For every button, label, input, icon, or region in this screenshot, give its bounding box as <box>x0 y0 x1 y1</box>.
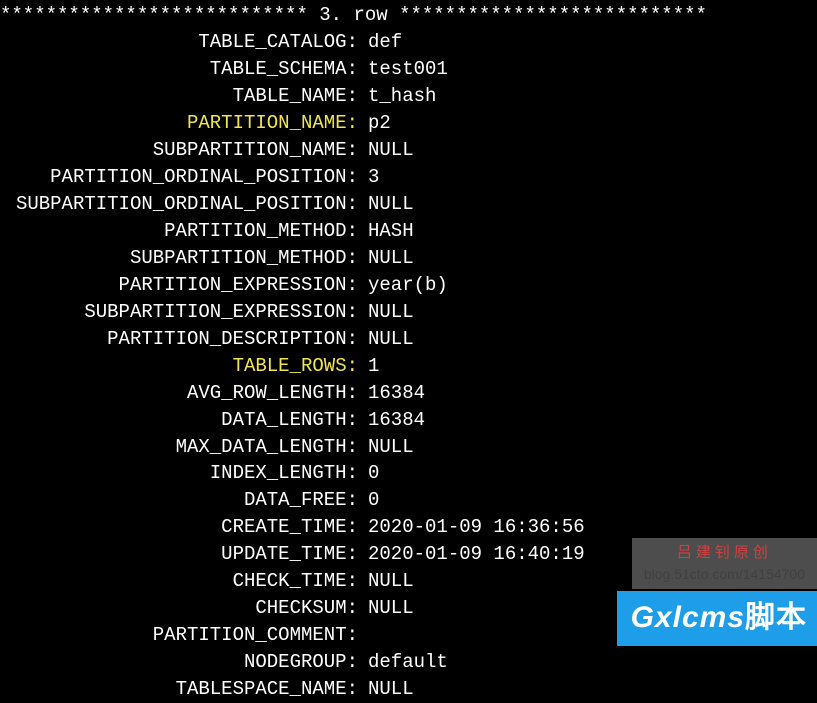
field-key: PARTITION_EXPRESSION: <box>0 272 358 299</box>
field-value: 2020-01-09 16:36:56 <box>358 514 585 541</box>
field-value: default <box>358 649 448 676</box>
field-value: NULL <box>358 326 414 353</box>
field-key: CREATE_TIME: <box>0 514 358 541</box>
field-row: TABLE_CATALOG:def <box>0 29 817 56</box>
field-value: NULL <box>358 191 414 218</box>
field-value: 16384 <box>358 407 425 434</box>
field-value: def <box>358 29 402 56</box>
field-row: TABLE_NAME:t_hash <box>0 83 817 110</box>
field-value: 3 <box>358 164 379 191</box>
field-row: DATA_LENGTH:16384 <box>0 407 817 434</box>
field-value: NULL <box>358 137 414 164</box>
field-value: p2 <box>358 110 391 137</box>
field-row: AVG_ROW_LENGTH:16384 <box>0 380 817 407</box>
field-row: PARTITION_METHOD:HASH <box>0 218 817 245</box>
field-key: AVG_ROW_LENGTH: <box>0 380 358 407</box>
field-value: 1 <box>358 353 379 380</box>
field-key: SUBPARTITION_NAME: <box>0 137 358 164</box>
watermark-url: blog.51cto.com/14154700 <box>644 564 805 585</box>
field-row: NODEGROUP:default <box>0 649 817 676</box>
field-key: PARTITION_ORDINAL_POSITION: <box>0 164 358 191</box>
field-key: NODEGROUP: <box>0 649 358 676</box>
field-value: 16384 <box>358 380 425 407</box>
field-value: NULL <box>358 299 414 326</box>
field-value: 2020-01-09 16:40:19 <box>358 541 585 568</box>
logo-text-en: Gxlcms <box>631 601 745 634</box>
row-separator: *************************** 3. row *****… <box>0 2 817 29</box>
field-row: PARTITION_NAME:p2 <box>0 110 817 137</box>
field-row: PARTITION_EXPRESSION:year(b) <box>0 272 817 299</box>
field-key: UPDATE_TIME: <box>0 541 358 568</box>
field-key: TABLESPACE_NAME: <box>0 676 358 703</box>
field-key: CHECK_TIME: <box>0 568 358 595</box>
field-value: 0 <box>358 487 379 514</box>
field-row: TABLE_SCHEMA:test001 <box>0 56 817 83</box>
field-row: SUBPARTITION_NAME:NULL <box>0 137 817 164</box>
field-key: SUBPARTITION_EXPRESSION: <box>0 299 358 326</box>
field-key: PARTITION_NAME: <box>0 110 358 137</box>
field-key: TABLE_SCHEMA: <box>0 56 358 83</box>
field-row: TABLE_ROWS:1 <box>0 353 817 380</box>
field-key: SUBPARTITION_ORDINAL_POSITION: <box>0 191 358 218</box>
field-row: DATA_FREE:0 <box>0 487 817 514</box>
field-key: DATA_FREE: <box>0 487 358 514</box>
site-logo: Gxlcms脚本 <box>617 591 817 646</box>
field-value: year(b) <box>358 272 448 299</box>
field-key: DATA_LENGTH: <box>0 407 358 434</box>
field-row: INDEX_LENGTH:0 <box>0 460 817 487</box>
field-key: TABLE_ROWS: <box>0 353 358 380</box>
field-key: TABLE_NAME: <box>0 83 358 110</box>
field-key: MAX_DATA_LENGTH: <box>0 434 358 461</box>
field-row: TABLESPACE_NAME:NULL <box>0 676 817 703</box>
field-key: CHECKSUM: <box>0 595 358 622</box>
field-row: SUBPARTITION_EXPRESSION:NULL <box>0 299 817 326</box>
field-key: TABLE_CATALOG: <box>0 29 358 56</box>
field-row: MAX_DATA_LENGTH:NULL <box>0 434 817 461</box>
field-key: SUBPARTITION_METHOD: <box>0 245 358 272</box>
field-value: NULL <box>358 245 414 272</box>
logo-text-cn: 脚本 <box>745 601 807 634</box>
watermark: 吕建钊原创 blog.51cto.com/14154700 <box>632 538 817 590</box>
field-key: PARTITION_METHOD: <box>0 218 358 245</box>
watermark-author: 吕建钊原创 <box>644 542 805 565</box>
field-value: HASH <box>358 218 414 245</box>
field-row: PARTITION_ORDINAL_POSITION:3 <box>0 164 817 191</box>
field-key: PARTITION_COMMENT: <box>0 622 358 649</box>
field-value: test001 <box>358 56 448 83</box>
field-value <box>358 622 368 649</box>
field-row: PARTITION_DESCRIPTION:NULL <box>0 326 817 353</box>
field-value: NULL <box>358 568 414 595</box>
field-key: PARTITION_DESCRIPTION: <box>0 326 358 353</box>
field-row: SUBPARTITION_METHOD:NULL <box>0 245 817 272</box>
field-value: NULL <box>358 676 414 703</box>
field-row: SUBPARTITION_ORDINAL_POSITION:NULL <box>0 191 817 218</box>
field-value: NULL <box>358 434 414 461</box>
field-value: NULL <box>358 595 414 622</box>
field-key: INDEX_LENGTH: <box>0 460 358 487</box>
field-value: t_hash <box>358 83 436 110</box>
field-value: 0 <box>358 460 379 487</box>
